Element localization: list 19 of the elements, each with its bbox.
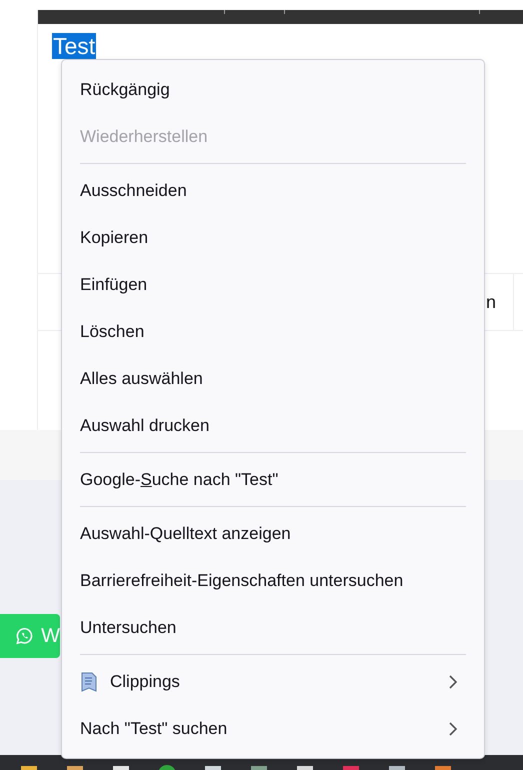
menu-item[interactable]: Auswahl drucken: [62, 402, 484, 449]
selected-text: Test: [52, 33, 96, 59]
menu-item[interactable]: Kopieren: [62, 214, 484, 261]
menu-item[interactable]: Untersuchen: [62, 604, 484, 651]
menu-item[interactable]: Google-Suche nach "Test": [62, 456, 484, 503]
submenu-item[interactable]: Nach "Test" suchen: [62, 705, 484, 752]
menu-item[interactable]: Rückgängig: [62, 66, 484, 113]
table-cell: n: [486, 292, 496, 312]
chevron-right-icon: [449, 674, 458, 688]
chat-icon: [16, 626, 34, 646]
clippings-icon: [80, 672, 98, 692]
menu-item[interactable]: Ausschneiden: [62, 167, 484, 214]
chevron-right-icon: [449, 722, 458, 736]
menu-item[interactable]: Löschen: [62, 308, 484, 355]
submenu-item[interactable]: Clippings: [62, 658, 484, 705]
menu-item[interactable]: Barrierefreiheit-Eigenschaften untersuchen: [62, 557, 484, 604]
menu-item[interactable]: Einfügen: [62, 261, 484, 308]
menu-item[interactable]: Auswahl-Quelltext anzeigen: [62, 510, 484, 557]
menu-item[interactable]: Alles auswählen: [62, 355, 484, 402]
